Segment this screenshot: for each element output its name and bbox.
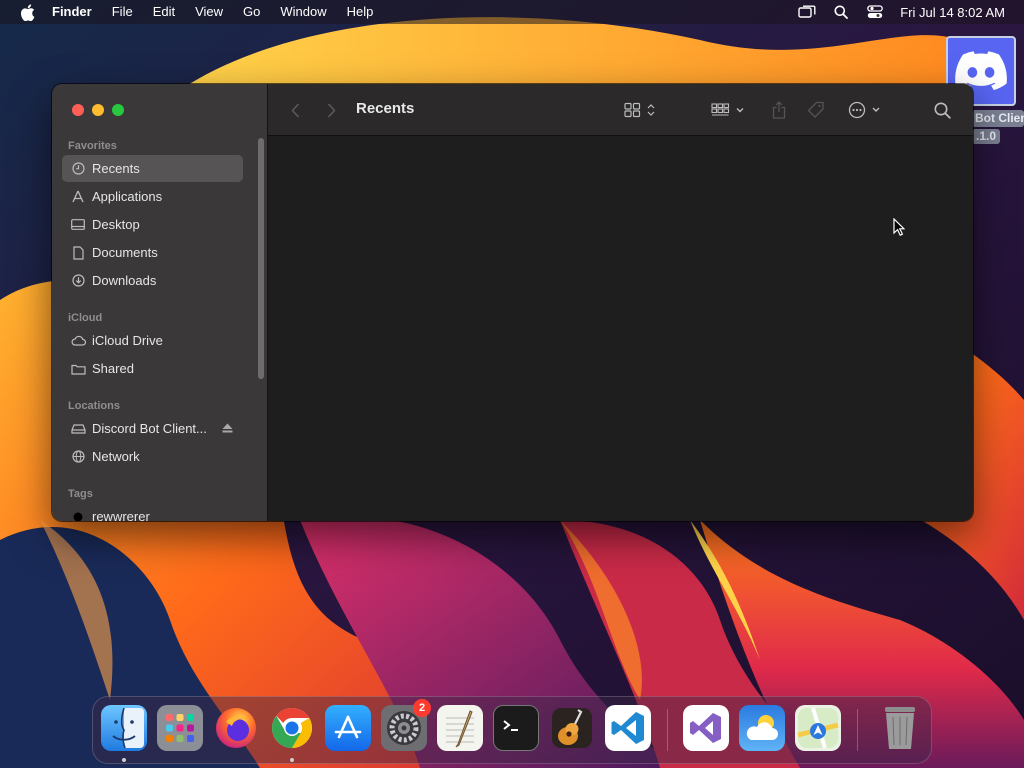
back-chevron-icon[interactable]: [286, 98, 304, 122]
zoom-window-button[interactable]: [112, 104, 124, 116]
dock-visual-studio-icon[interactable]: [683, 705, 729, 751]
globe-icon: [70, 449, 86, 465]
sidebar-item-label: Downloads: [92, 273, 157, 288]
drive-icon: [70, 421, 86, 437]
finder-toolbar: Recents: [268, 84, 973, 136]
download-icon: [70, 273, 86, 289]
sidebar-item-documents[interactable]: Documents: [62, 239, 243, 266]
sidebar-item-discord-volume[interactable]: Discord Bot Client...: [62, 415, 243, 442]
finder-sidebar: Favorites Recents Applications Desktop D…: [52, 84, 268, 521]
dock-running-indicator: [122, 758, 126, 762]
sidebar-item-label: Shared: [92, 361, 134, 376]
desktop-icon-label-line2: .1.0: [972, 129, 1001, 144]
sidebar-item-applications[interactable]: Applications: [62, 183, 243, 210]
sidebar-item-label: Discord Bot Client...: [92, 421, 207, 436]
tag-icon[interactable]: [804, 98, 828, 122]
sidebar-item-icloud-drive[interactable]: iCloud Drive: [62, 327, 243, 354]
sidebar-header-icloud: iCloud: [68, 312, 103, 324]
screen-mirroring-icon[interactable]: [790, 0, 824, 24]
window-controls: [72, 104, 124, 116]
dock-separator: [857, 709, 858, 751]
menu-edit[interactable]: Edit: [143, 0, 185, 24]
more-actions-icon[interactable]: [846, 98, 886, 122]
dock-trash-icon[interactable]: [877, 705, 923, 751]
dock-running-indicator: [290, 758, 294, 762]
sidebar-item-desktop[interactable]: Desktop: [62, 211, 243, 238]
view-mode-grid-icon[interactable]: [622, 98, 660, 122]
notification-badge: 2: [413, 699, 431, 717]
menu-file[interactable]: File: [102, 0, 143, 24]
spotlight-search-icon[interactable]: [824, 0, 858, 24]
cloud-icon: [70, 333, 86, 349]
finder-content[interactable]: Recents: [268, 84, 973, 521]
dock-firefox-icon[interactable]: [213, 705, 259, 751]
minimize-window-button[interactable]: [92, 104, 104, 116]
sidebar-item-recents[interactable]: Recents: [62, 155, 243, 182]
menu-go[interactable]: Go: [233, 0, 270, 24]
dock-terminal-icon[interactable]: [493, 705, 539, 751]
applications-icon: [70, 189, 86, 205]
apple-menu-icon[interactable]: [18, 3, 36, 21]
sidebar-item-network[interactable]: Network: [62, 443, 243, 470]
dock-separator: [667, 709, 668, 751]
sidebar-item-tag[interactable]: rewwrerer: [62, 503, 243, 521]
desktop-icon: [70, 217, 86, 233]
control-center-icon[interactable]: [858, 0, 892, 24]
sidebar-item-label: rewwrerer: [92, 509, 150, 521]
dock-weather-icon[interactable]: [739, 705, 785, 751]
menu-view[interactable]: View: [185, 0, 233, 24]
menu-bar: Finder File Edit View Go Window Help Fri…: [0, 0, 1024, 24]
clock-icon: [70, 161, 86, 177]
tag-color-dot-icon: [70, 509, 86, 521]
sidebar-item-label: Recents: [92, 161, 140, 176]
sidebar-header-favorites: Favorites: [68, 140, 117, 152]
window-title: Recents: [356, 100, 415, 117]
dock-maps-icon[interactable]: [795, 705, 841, 751]
dock: 2: [92, 696, 932, 764]
dock-app-store-icon[interactable]: [325, 705, 371, 751]
sidebar-item-label: Network: [92, 449, 140, 464]
sidebar-item-label: Applications: [92, 189, 163, 204]
group-by-icon[interactable]: [710, 98, 748, 122]
dock-finder-icon[interactable]: [101, 705, 147, 751]
sidebar-item-downloads[interactable]: Downloads: [62, 267, 243, 294]
close-window-button[interactable]: [72, 104, 84, 116]
finder-window[interactable]: Favorites Recents Applications Desktop D…: [52, 84, 973, 521]
eject-icon[interactable]: [222, 421, 233, 436]
sidebar-header-locations: Locations: [68, 400, 120, 412]
desktop-icon-label: Bot Clien: [972, 110, 1024, 127]
share-icon[interactable]: [768, 98, 790, 122]
dock-garageband-icon[interactable]: [549, 705, 595, 751]
dock-system-settings-icon[interactable]: 2: [381, 699, 431, 751]
menu-help[interactable]: Help: [337, 0, 384, 24]
sidebar-item-label: iCloud Drive: [92, 333, 163, 348]
menu-window[interactable]: Window: [270, 0, 336, 24]
sidebar-header-tags: Tags: [68, 488, 93, 500]
dock-chrome-icon[interactable]: [269, 705, 315, 751]
menu-app-name[interactable]: Finder: [52, 0, 102, 24]
dock-textedit-icon[interactable]: [437, 705, 483, 751]
menu-bar-clock[interactable]: Fri Jul 14 8:02 AM: [900, 5, 1005, 20]
dock-launchpad-icon[interactable]: [157, 705, 203, 751]
sidebar-item-shared[interactable]: Shared: [62, 355, 243, 382]
document-icon: [70, 245, 86, 261]
dock-vscode-icon[interactable]: [605, 705, 651, 751]
forward-chevron-icon[interactable]: [322, 98, 340, 122]
search-icon[interactable]: [930, 98, 954, 122]
shared-folder-icon: [70, 361, 86, 377]
mouse-pointer-icon: [893, 217, 906, 241]
sidebar-item-label: Documents: [92, 245, 158, 260]
sidebar-item-label: Desktop: [92, 217, 140, 232]
sidebar-scrollbar[interactable]: [258, 138, 264, 379]
